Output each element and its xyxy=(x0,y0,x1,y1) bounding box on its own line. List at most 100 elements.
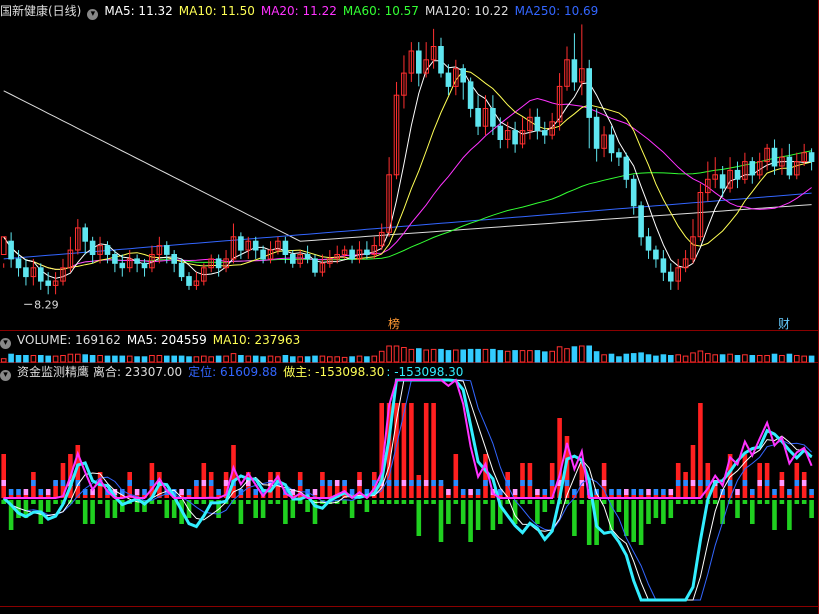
volume-bar xyxy=(201,355,207,363)
fund-bar-negative xyxy=(238,500,244,524)
fund-bar-cap xyxy=(423,480,429,486)
fund-bar-cap xyxy=(194,480,199,486)
ma120-line xyxy=(3,90,812,242)
fund-bar-cap xyxy=(446,489,451,495)
fund-bar-cap xyxy=(698,480,703,486)
volume-bar xyxy=(638,352,644,363)
candle-body xyxy=(467,81,474,109)
fund-bar-negative xyxy=(386,500,392,504)
volume-bar xyxy=(267,355,274,363)
volume-bar xyxy=(408,348,415,363)
volume-bar xyxy=(327,356,333,363)
candle-body xyxy=(645,236,652,251)
volume-bar xyxy=(712,354,719,363)
fund-bar-negative xyxy=(809,500,814,518)
volume-bar xyxy=(89,355,96,363)
candle-body xyxy=(608,134,615,154)
fund-bar-cap xyxy=(809,489,814,495)
candle-body xyxy=(349,249,355,260)
fund-bar-negative xyxy=(260,500,266,518)
volume-bar xyxy=(252,355,259,363)
volume-bar xyxy=(15,355,22,363)
fund-bar-negative xyxy=(157,500,162,504)
candle-body xyxy=(252,240,259,251)
fund-line-cyan xyxy=(2,378,813,602)
fund-bar-cap xyxy=(23,489,29,495)
candle-body xyxy=(490,108,496,127)
fund-bar-cap xyxy=(216,489,221,495)
volume-bar xyxy=(453,349,459,363)
volume-bar xyxy=(423,349,429,363)
fund-bar-negative xyxy=(453,500,459,504)
volume-bar xyxy=(460,349,466,363)
volume-bar xyxy=(378,350,385,363)
volume-bar xyxy=(490,348,496,363)
fund-bar-cap xyxy=(127,480,132,486)
candle-body xyxy=(164,245,170,255)
fund-bar-negative xyxy=(698,500,703,504)
volume-bar xyxy=(482,348,489,363)
candle-body xyxy=(312,258,318,273)
fund-bar-negative xyxy=(520,500,525,504)
candle-body xyxy=(260,249,266,260)
fund-bar-cap xyxy=(60,480,66,486)
candle-body xyxy=(186,276,192,286)
volume-bar xyxy=(586,345,593,363)
candle-body xyxy=(586,68,593,118)
fund-bar-negative xyxy=(75,500,81,504)
candle-body xyxy=(808,152,815,162)
fund-bar-cap xyxy=(53,480,58,486)
fund-bar-negative xyxy=(53,500,58,504)
fund-bar-negative xyxy=(549,500,555,504)
volume-bar xyxy=(542,351,548,363)
volume-bar xyxy=(668,355,674,363)
volume-bar xyxy=(260,356,266,363)
candle-body xyxy=(534,116,541,132)
fund-bar-cap xyxy=(520,480,525,486)
candle-body xyxy=(89,240,96,255)
fund-bar-negative xyxy=(527,500,533,504)
volume-bar xyxy=(794,355,800,363)
candle-body xyxy=(416,50,422,74)
volume-bar xyxy=(23,355,29,363)
volume-bar xyxy=(149,355,155,363)
stock-chart-window: 国新健康(日线) ▾ MA5: 11.32 MA10: 11.50 MA20: 11.2… xyxy=(0,0,819,614)
fund-bar-positive xyxy=(105,495,110,498)
fund-bar-negative xyxy=(675,500,681,504)
candle-body xyxy=(719,174,726,189)
volume-bar xyxy=(38,355,44,363)
fund-bar-cap xyxy=(683,480,688,486)
volume-bar xyxy=(519,350,526,363)
candle-body xyxy=(45,280,52,286)
candle-body xyxy=(512,130,518,145)
volume-bar xyxy=(371,355,378,363)
fund-bar-positive xyxy=(446,495,451,498)
fund-bar-cap xyxy=(179,489,184,495)
fund-bar-positive xyxy=(690,445,696,498)
fund-bar-cap xyxy=(483,480,488,486)
fund-bar-negative xyxy=(82,500,88,524)
volume-bar xyxy=(290,356,296,363)
fund-bar-positive xyxy=(735,495,740,498)
fund-bar-negative xyxy=(720,500,725,524)
fund-bar-cap xyxy=(661,489,666,495)
fund-bar-cap xyxy=(246,480,251,486)
candle-body xyxy=(542,130,548,136)
fund-bar-positive xyxy=(787,495,792,498)
fund-bar-cap xyxy=(646,489,651,495)
volume-bar xyxy=(705,353,711,363)
fund-bar-negative xyxy=(483,500,488,504)
fund-bar-negative xyxy=(283,500,288,524)
volume-bar xyxy=(312,355,318,363)
fund-bar-negative xyxy=(194,500,199,504)
volume-bar xyxy=(571,346,578,363)
candle-body xyxy=(475,108,481,127)
fund-bar-cap xyxy=(735,489,740,495)
candle-body xyxy=(771,147,778,167)
volume-bar xyxy=(697,350,704,363)
volume-bar xyxy=(104,355,111,363)
volume-bar xyxy=(134,356,140,363)
fund-bar-cap xyxy=(549,480,555,486)
fund-bar-negative xyxy=(446,500,451,524)
candle-body xyxy=(749,161,756,176)
